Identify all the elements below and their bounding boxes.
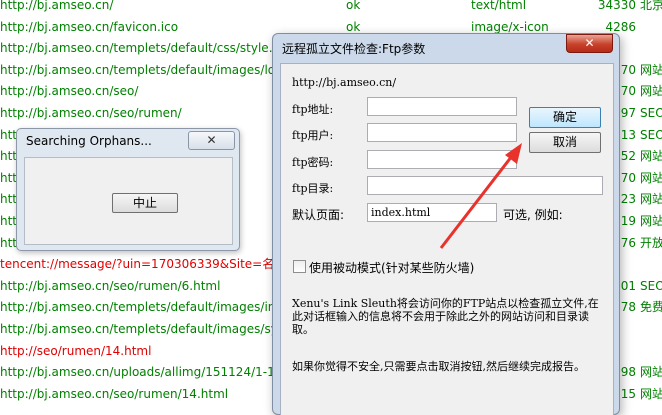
row-url: http://bj.amseo.cn/: [0, 0, 114, 12]
row-title: 网站: [640, 214, 662, 228]
passive-mode-checkbox[interactable]: [293, 260, 306, 273]
passive-mode-label: 使用被动模式(针对某些防火墙): [309, 261, 475, 275]
row-title: 免费: [640, 300, 662, 315]
row-type: text/html: [471, 0, 527, 12]
searching-orphans-dialog: Searching Orphans... ✕ 中止: [16, 128, 240, 251]
row-title: 网站: [640, 170, 662, 185]
default-page-label: 默认页面:: [292, 208, 345, 222]
dialog-title: 远程孤立文件检查:Ftp参数: [282, 42, 426, 56]
ftp-address-input[interactable]: [367, 97, 517, 116]
ftp-user-input[interactable]: [367, 123, 517, 142]
ftp-password-label: ftp密码:: [292, 156, 334, 169]
row-title: 网站: [640, 386, 662, 401]
ftp-dir-label: ftp目录:: [292, 182, 334, 195]
dialog-body: 中止: [24, 157, 233, 245]
ftp-address-label: ftp地址:: [292, 103, 334, 116]
ftp-user-label: ftp用户:: [292, 129, 334, 142]
row-status: ok: [346, 0, 361, 12]
site-url-label: http://bj.amseo.cn/: [292, 76, 397, 89]
optional-hint: 可选, 例如:: [503, 208, 563, 222]
dialog-title: Searching Orphans...: [26, 134, 152, 148]
close-icon[interactable]: ✕: [188, 131, 235, 150]
row-title: 开放: [640, 235, 662, 250]
row-title: 网站: [640, 62, 662, 77]
info-paragraph: Xenu's Link Sleuth将会访问你的FTP站点以检查孤立文件,在此对…: [292, 297, 599, 336]
info-paragraph-2: 如果你觉得不安全,只需要点击取消按钮,然后继续完成报告。: [292, 360, 585, 373]
cancel-button[interactable]: 取消: [529, 132, 601, 153]
row-title: 网站: [640, 192, 662, 207]
ftp-password-input[interactable]: [367, 150, 517, 169]
row-title: 网站: [640, 149, 662, 164]
dialog-body: http://bj.amseo.cn/ ftp地址: ftp用户: ftp密码:…: [280, 63, 614, 415]
row-title: SEO: [640, 278, 662, 293]
row-title: 网站: [640, 84, 662, 99]
close-icon[interactable]: ✕: [566, 34, 613, 53]
row-title: SEO: [640, 127, 662, 142]
row-title: SEO: [640, 106, 662, 120]
list-row[interactable]: http://bj.amseo.cn/ok text/html 34330 北京: [0, 0, 662, 16]
row-title: 北京: [640, 0, 662, 12]
ftp-params-dialog: 远程孤立文件检查:Ftp参数 ✕ http://bj.amseo.cn/ ftp…: [272, 33, 620, 415]
row-size: 34330: [597, 0, 636, 12]
row-title: 网站: [640, 365, 662, 380]
ok-button[interactable]: 确定: [529, 107, 601, 128]
default-page-input[interactable]: index.html: [367, 203, 497, 222]
stop-button[interactable]: 中止: [112, 193, 178, 213]
ftp-dir-input[interactable]: [367, 176, 603, 195]
